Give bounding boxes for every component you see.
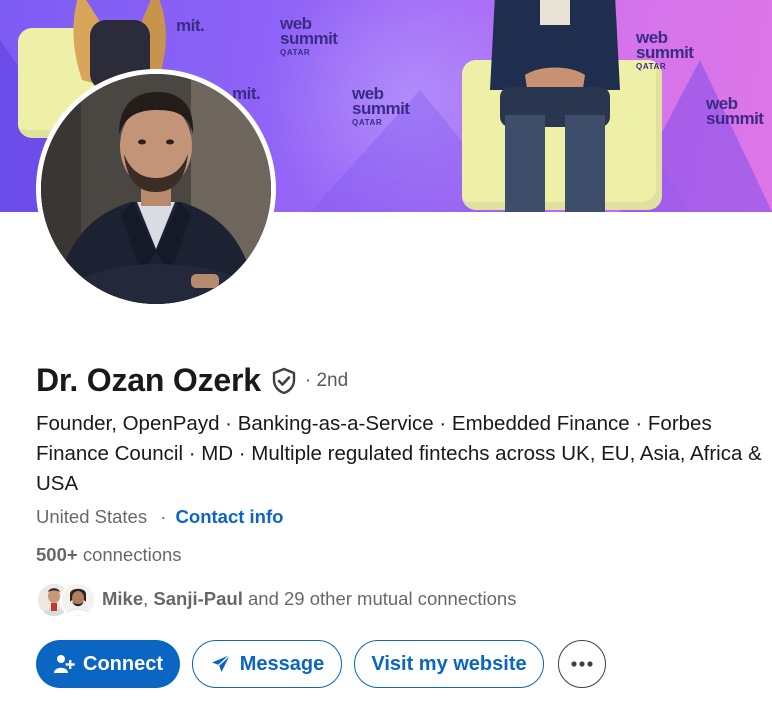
logo-word: summit — [280, 29, 338, 49]
location-row: United States · Contact info — [36, 506, 283, 528]
mutual-avatars — [36, 582, 96, 618]
message-button[interactable]: Message — [192, 640, 342, 688]
contact-info-link[interactable]: Contact info — [176, 506, 284, 527]
logo-word: summit — [352, 99, 410, 119]
web-summit-logo: web summit QATAR — [352, 85, 410, 127]
connect-button[interactable]: Connect — [36, 640, 180, 688]
web-summit-logo: web summit — [706, 95, 764, 129]
mutual-name-1: Mike — [102, 588, 144, 609]
message-label: Message — [239, 652, 325, 675]
web-summit-logo: web summit QATAR — [636, 29, 694, 71]
avatar — [60, 582, 96, 618]
right-speaker — [490, 0, 620, 212]
website-label: Visit my website — [371, 652, 527, 675]
logo-sub: QATAR — [280, 47, 311, 57]
shield-check-icon[interactable] — [269, 366, 299, 396]
logo-word: summit — [636, 43, 694, 63]
send-icon — [210, 653, 232, 675]
logo-sub: QATAR — [352, 117, 383, 127]
connections-count: 500+ — [36, 544, 78, 565]
mutual-connections-link[interactable]: Mike, Sanji-Paul and 29 other mutual con… — [36, 582, 517, 618]
profile-actions: Connect Message Visit my website — [36, 640, 606, 688]
web-summit-logo: web summit QATAR — [280, 15, 338, 57]
profile-avatar[interactable] — [36, 69, 276, 309]
profile-headline: Founder, OpenPayd · Banking-as-a-Service… — [36, 412, 762, 495]
connections-count-link[interactable]: 500+ connections — [36, 544, 182, 566]
visit-website-button[interactable]: Visit my website — [354, 640, 544, 688]
profile-card: mit. web summit QATAR mit. web summit QA… — [0, 0, 772, 711]
profile-location: United States — [36, 506, 148, 527]
connect-label: Connect — [83, 652, 163, 675]
connection-degree: · 2nd — [304, 369, 349, 391]
profile-name: Dr. Ozan Ozerk — [36, 362, 261, 398]
mutual-rest: and 29 other mutual connections — [248, 588, 517, 609]
connections-label: connections — [82, 544, 182, 565]
logo-sub: QATAR — [636, 61, 667, 71]
profile-photo — [41, 74, 271, 304]
portrait-illustration — [41, 74, 271, 304]
web-summit-logo: mit. — [176, 16, 205, 35]
separator-dot: · — [160, 506, 167, 527]
more-horizontal-icon — [570, 655, 594, 673]
logo-word: summit — [706, 109, 764, 129]
more-actions-button[interactable] — [558, 640, 606, 688]
mutual-name-2: Sanji-Paul — [153, 588, 243, 609]
add-person-icon — [53, 653, 75, 675]
name-row: Dr. Ozan Ozerk · 2nd — [36, 362, 348, 399]
mutual-comma: , — [143, 588, 149, 609]
